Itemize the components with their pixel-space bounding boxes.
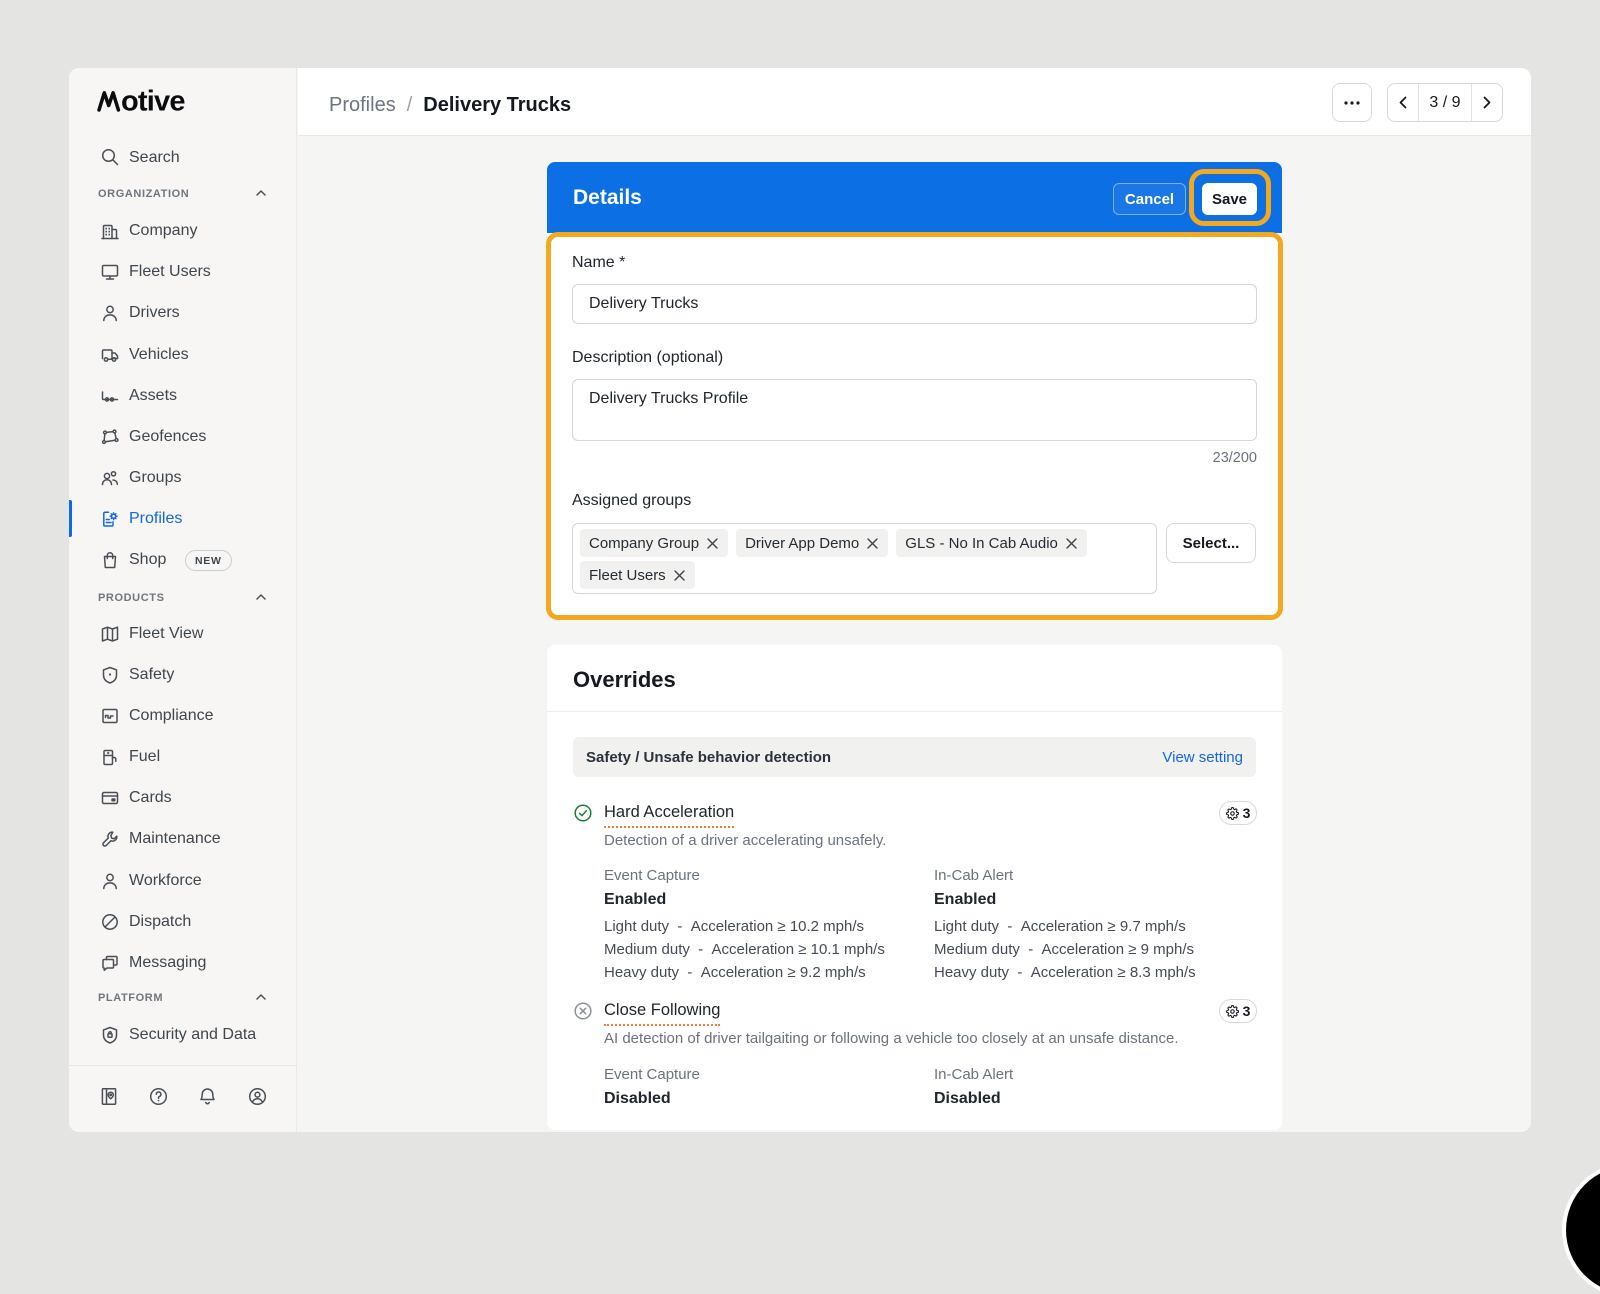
svg-text:otive: otive	[121, 88, 185, 114]
